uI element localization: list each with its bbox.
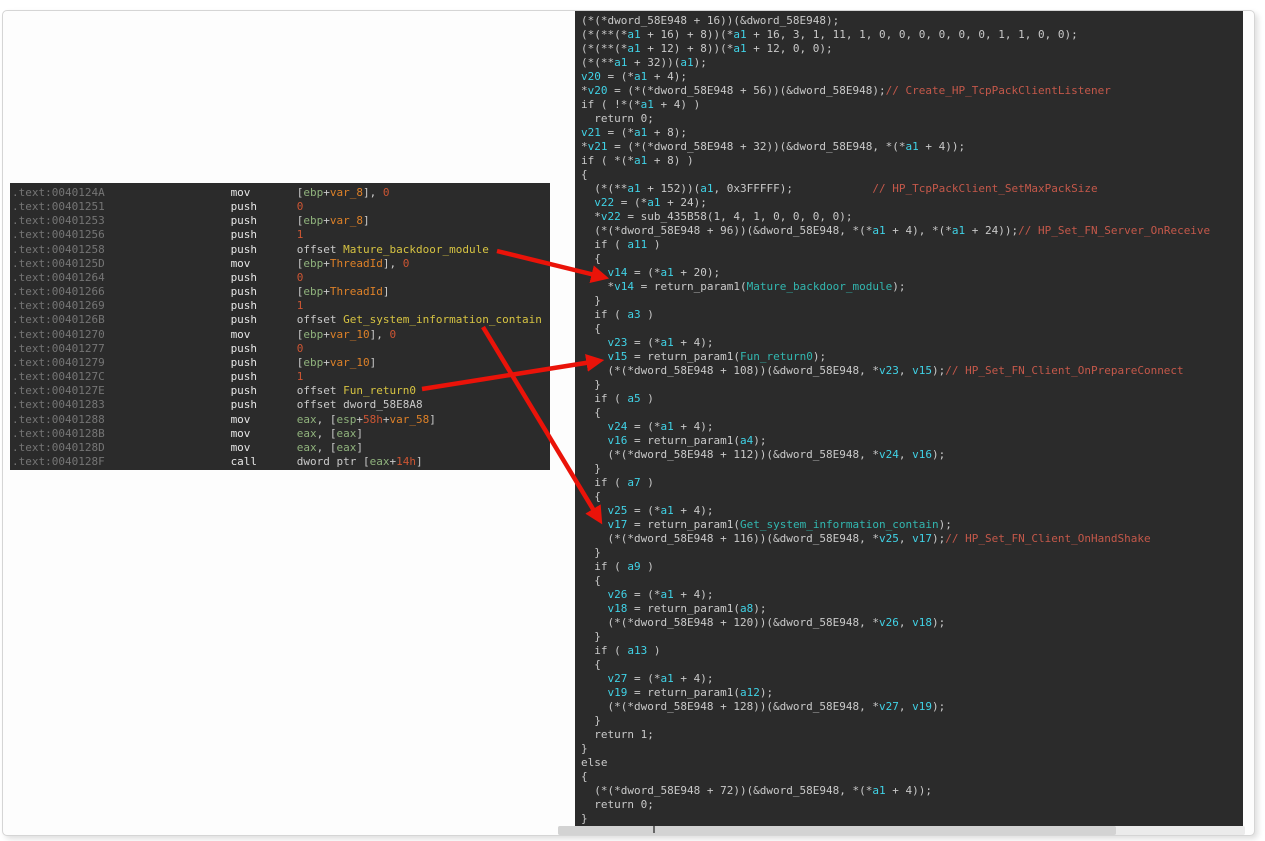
pseudocode-line: } <box>581 378 1243 392</box>
pseudocode-line: (*(*dword_58E948 + 112))(&dword_58E948, … <box>581 448 1243 462</box>
pseudocode-line: (*(**a1 + 152))(a1, 0x3FFFFF); // HP_Tcp… <box>581 182 1243 196</box>
pseudocode-line: } <box>581 294 1243 308</box>
pseudocode-line: v26 = (*a1 + 4); <box>581 588 1243 602</box>
asm-line: .text:00401269 push 1 <box>12 299 550 313</box>
pseudocode-line: v24 = (*a1 + 4); <box>581 420 1243 434</box>
pseudocode-line: (*(*dword_58E948 + 72))(&dword_58E948, *… <box>581 784 1243 798</box>
pseudocode-line: (*(*dword_58E948 + 96))(&dword_58E948, *… <box>581 224 1243 238</box>
pseudocode-line: } <box>581 714 1243 728</box>
pseudocode-line: v17 = return_param1(Get_system_informati… <box>581 518 1243 532</box>
asm-line: .text:00401283 push offset dword_58E8A8 <box>12 398 550 412</box>
pseudocode-line: if ( a13 ) <box>581 644 1243 658</box>
pseudocode-line: v21 = (*a1 + 8); <box>581 126 1243 140</box>
pseudocode-line: *v21 = (*(*dword_58E948 + 32))(&dword_58… <box>581 140 1243 154</box>
asm-line: .text:00401258 push offset Mature_backdo… <box>12 243 550 257</box>
pseudocode-line: if ( a5 ) <box>581 392 1243 406</box>
pseudocode-line: *v22 = sub_435B58(1, 4, 1, 0, 0, 0, 0); <box>581 210 1243 224</box>
pseudocode-line: v18 = return_param1(a8); <box>581 602 1243 616</box>
pseudocode-line: { <box>581 322 1243 336</box>
pseudocode-line: (*(**(*a1 + 12) + 8))(*a1 + 12, 0, 0); <box>581 42 1243 56</box>
pseudocode-line: return 0; <box>581 798 1243 812</box>
asm-line: .text:0040127C push 1 <box>12 370 550 384</box>
pseudocode-line: } <box>581 630 1243 644</box>
asm-line: .text:0040125D mov [ebp+ThreadId], 0 <box>12 257 550 271</box>
asm-line: .text:00401270 mov [ebp+var_10], 0 <box>12 328 550 342</box>
pseudocode-line: v20 = (*a1 + 4); <box>581 70 1243 84</box>
asm-line: .text:0040128D mov eax, [eax] <box>12 441 550 455</box>
pseudocode-line: v27 = (*a1 + 4); <box>581 672 1243 686</box>
pseudocode-line: if ( a7 ) <box>581 476 1243 490</box>
asm-line: .text:00401264 push 0 <box>12 271 550 285</box>
asm-line: .text:0040128B mov eax, [eax] <box>12 427 550 441</box>
asm-line: .text:0040127E push offset Fun_return0 <box>12 384 550 398</box>
pseudocode-line: v25 = (*a1 + 4); <box>581 504 1243 518</box>
asm-line: .text:00401253 push [ebp+var_8] <box>12 214 550 228</box>
pseudocode-line: if ( a11 ) <box>581 238 1243 252</box>
horizontal-scrollbar[interactable] <box>558 826 1245 835</box>
pseudocode-line: { <box>581 770 1243 784</box>
pseudocode-line: *v14 = return_param1(Mature_backdoor_mod… <box>581 280 1243 294</box>
pseudocode-line: { <box>581 490 1243 504</box>
horizontal-scrollbar-thumb[interactable] <box>558 826 1116 835</box>
asm-line: .text:0040128F call dword ptr [eax+14h] <box>12 455 550 469</box>
asm-line: .text:0040124A mov [ebp+var_8], 0 <box>12 186 550 200</box>
asm-line: .text:00401251 push 0 <box>12 200 550 214</box>
pseudocode-line: v15 = return_param1(Fun_return0); <box>581 350 1243 364</box>
pseudocode-line: { <box>581 168 1243 182</box>
pseudocode-line: if ( a9 ) <box>581 560 1243 574</box>
pseudocode-line: if ( !*(*a1 + 4) ) <box>581 98 1243 112</box>
asm-line: .text:0040126B push offset Get_system_in… <box>12 313 550 327</box>
asm-line: .text:00401277 push 0 <box>12 342 550 356</box>
pseudocode-line: if ( a3 ) <box>581 308 1243 322</box>
pseudocode-line: if ( *(*a1 + 8) ) <box>581 154 1243 168</box>
pseudocode-line: return 0; <box>581 112 1243 126</box>
pseudocode-line: else <box>581 756 1243 770</box>
pseudocode-line: { <box>581 574 1243 588</box>
pseudocode-line: (*(**(*a1 + 16) + 8))(*a1 + 16, 3, 1, 11… <box>581 28 1243 42</box>
pseudocode-line: } <box>581 742 1243 756</box>
pseudocode-line: (*(*dword_58E948 + 108))(&dword_58E948, … <box>581 364 1243 378</box>
pseudocode-line: v23 = (*a1 + 4); <box>581 336 1243 350</box>
pseudocode-line: v19 = return_param1(a12); <box>581 686 1243 700</box>
pseudocode-line: } <box>581 546 1243 560</box>
pseudocode-line: { <box>581 658 1243 672</box>
pseudocode-line: (*(*dword_58E948 + 16))(&dword_58E948); <box>581 14 1243 28</box>
pseudocode-line: v14 = (*a1 + 20); <box>581 266 1243 280</box>
pseudocode-line: { <box>581 406 1243 420</box>
pseudocode-line: (*(*dword_58E948 + 120))(&dword_58E948, … <box>581 616 1243 630</box>
asm-line: .text:00401288 mov eax, [esp+58h+var_58] <box>12 413 550 427</box>
pseudocode-line: *v20 = (*(*dword_58E948 + 56))(&dword_58… <box>581 84 1243 98</box>
pseudocode-line: } <box>581 462 1243 476</box>
ida-pseudocode-panel[interactable]: (*(*dword_58E948 + 16))(&dword_58E948);(… <box>575 11 1243 826</box>
asm-line: .text:00401279 push [ebp+var_10] <box>12 356 550 370</box>
ida-disassembly-panel[interactable]: .text:0040124A mov [ebp+var_8], 0.text:0… <box>10 183 550 470</box>
pseudocode-line: return 1; <box>581 728 1243 742</box>
scrollbar-caret <box>653 826 655 833</box>
pseudocode-line: v16 = return_param1(a4); <box>581 434 1243 448</box>
pseudocode-line: { <box>581 252 1243 266</box>
pseudocode-line: (*(**a1 + 32))(a1); <box>581 56 1243 70</box>
asm-line: .text:00401266 push [ebp+ThreadId] <box>12 285 550 299</box>
asm-line: .text:00401256 push 1 <box>12 228 550 242</box>
pseudocode-line: (*(*dword_58E948 + 128))(&dword_58E948, … <box>581 700 1243 714</box>
pseudocode-line: } <box>581 812 1243 826</box>
pseudocode-line: (*(*dword_58E948 + 116))(&dword_58E948, … <box>581 532 1243 546</box>
pseudocode-line: v22 = (*a1 + 24); <box>581 196 1243 210</box>
